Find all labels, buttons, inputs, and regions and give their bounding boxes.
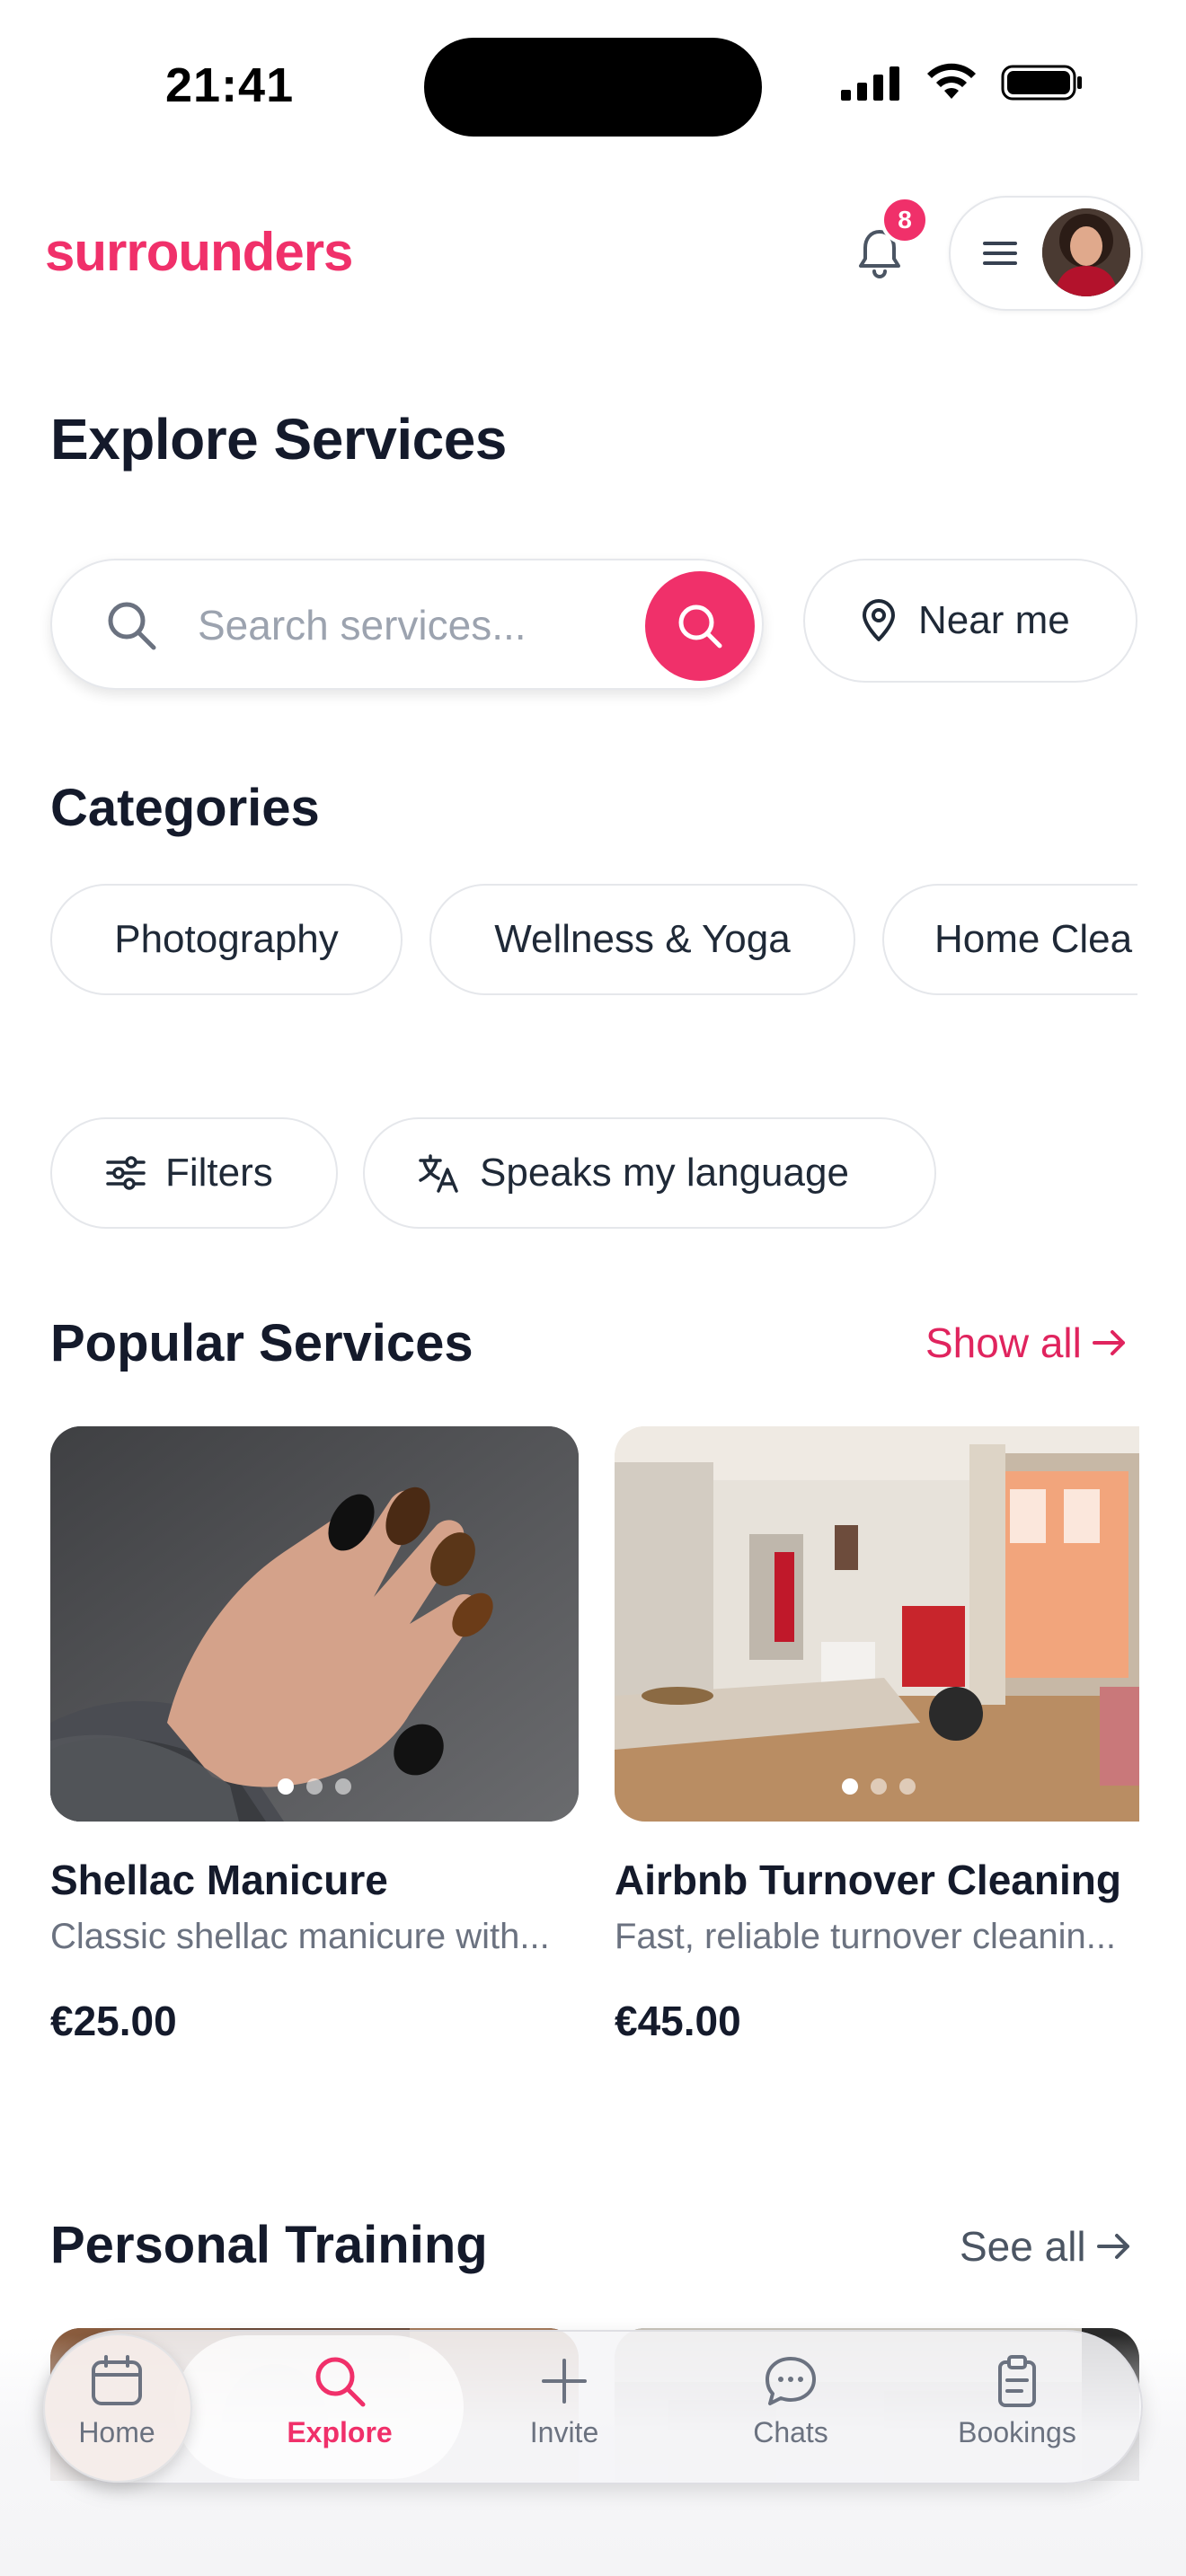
calendar-icon [92,2355,142,2405]
status-time: 21:41 [165,58,295,112]
service-card-description: Classic shellac manicure with... [50,1917,550,1956]
map-pin-icon [863,599,895,641]
categories-row: Photography Wellness & Yoga Home Clea [0,884,1137,997]
search-icon [678,604,722,648]
chat-bubble-icon [766,2357,816,2405]
plus-icon [542,2359,587,2404]
carousel-dots[interactable] [278,1778,351,1795]
tab-chats-label: Chats [753,2416,828,2448]
service-card-image[interactable] [50,1426,579,1822]
categories-title: Categories [50,779,320,837]
tab-bookings-label: Bookings [958,2416,1076,2448]
service-card-price: €45.00 [615,1998,741,2044]
carousel-dot[interactable] [842,1778,858,1795]
near-me-label: Near me [918,598,1070,642]
service-card-description: Fast, reliable turnover cleanin... [615,1917,1117,1956]
status-bar: 21:41 [0,0,1186,171]
see-all-label: See all [960,2223,1086,2270]
tab-home[interactable]: Home [27,2353,207,2449]
status-icons [839,63,1084,102]
popular-services-title: Popular Services [50,1314,474,1372]
apartment-photo [615,1426,1139,1822]
tab-chats[interactable]: Chats [701,2353,881,2449]
search-box[interactable] [50,559,764,690]
dynamic-island [424,38,762,137]
speaks-my-language-label: Speaks my language [480,1151,849,1195]
show-all-link[interactable]: Show all [925,1319,1127,1367]
tab-home-label: Home [78,2416,155,2448]
tab-invite[interactable]: Invite [474,2353,654,2449]
service-card-image[interactable] [615,1426,1139,1822]
near-me-button[interactable]: Near me [803,559,1137,683]
cellular-signal-icon [841,66,899,101]
arrow-right-icon [1092,1330,1125,1355]
manicure-photo [50,1426,579,1822]
show-all-label: Show all [925,1319,1082,1366]
search-icon [315,2357,366,2407]
carousel-dot[interactable] [278,1778,294,1795]
search-icon [108,602,156,650]
tab-bookings[interactable]: Bookings [927,2353,1107,2449]
service-card[interactable]: Shellac Manicure Classic shellac manicur… [50,1426,579,2045]
tab-invite-label: Invite [529,2416,599,2448]
carousel-dot[interactable] [335,1778,351,1795]
category-chip-wellness-yoga[interactable]: Wellness & Yoga [429,884,855,995]
carousel-dot[interactable] [899,1778,916,1795]
clipboard-icon [998,2355,1036,2407]
service-card[interactable]: Airbnb Turnover Cleaning Fast, reliable … [615,1426,1139,2045]
filters-label: Filters [165,1151,273,1195]
service-card-title: Airbnb Turnover Cleaning [615,1857,1121,1903]
service-card-title: Shellac Manicure [50,1857,388,1903]
notification-badge: 8 [881,196,929,244]
hamburger-icon [983,242,1017,265]
speaks-my-language-button[interactable]: Speaks my language [363,1117,936,1229]
search-input[interactable] [198,596,629,654]
translate-icon [419,1154,458,1193]
arrow-right-icon [1096,2234,1129,2259]
search-submit-button[interactable] [645,571,755,681]
carousel-dot[interactable] [306,1778,323,1795]
see-all-link[interactable]: See all [960,2222,1131,2271]
carousel-dots[interactable] [842,1778,916,1795]
service-card-price: €25.00 [50,1998,177,2044]
carousel-dot[interactable] [871,1778,887,1795]
tab-explore[interactable]: Explore [250,2353,429,2449]
battery-icon [1001,65,1082,101]
filters-button[interactable]: Filters [50,1117,338,1229]
app-logo[interactable]: surrounders [45,221,353,283]
sliders-icon [106,1156,146,1190]
wifi-icon [927,63,976,99]
category-chip-home-cleaning[interactable]: Home Clea [882,884,1137,995]
category-chip-photography[interactable]: Photography [50,884,403,995]
page-title: Explore Services [50,407,507,472]
avatar[interactable] [1042,208,1130,296]
personal-training-title: Personal Training [50,2216,488,2274]
avatar-image [1042,208,1130,296]
tab-explore-label: Explore [287,2416,393,2448]
